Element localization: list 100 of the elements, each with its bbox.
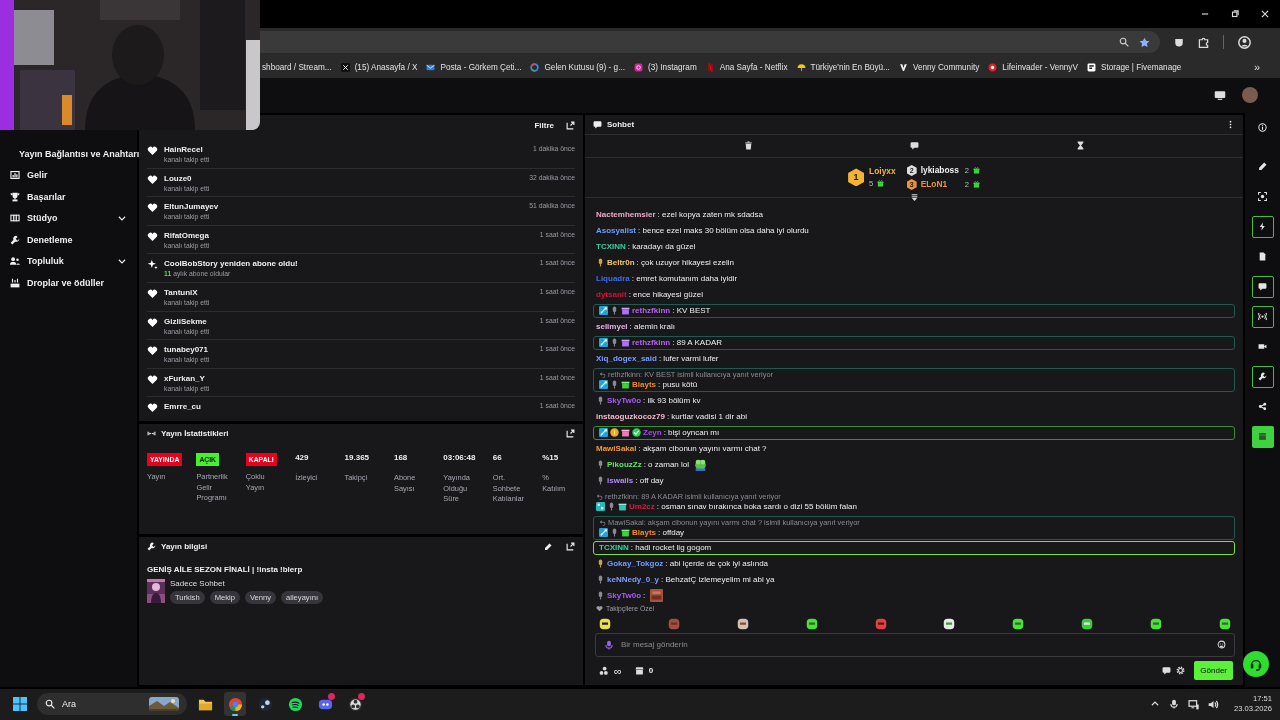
chat-username[interactable]: rethzfkinn (632, 337, 671, 348)
stat-value: 168 (393, 452, 409, 464)
bookmark[interactable]: Türkiye'nin En Büyü... (796, 62, 890, 72)
start-button[interactable] (13, 697, 27, 712)
chat-icon[interactable] (1162, 666, 1172, 676)
activity-username: tunabey071 (164, 345, 210, 355)
heart-icon (147, 202, 158, 214)
tool-button[interactable] (1251, 425, 1274, 448)
chat-username[interactable]: Xiq_dogex_said (596, 353, 657, 364)
sword-icon (599, 428, 608, 438)
scroll-down-icon[interactable] (909, 192, 919, 202)
emote-icon[interactable] (805, 617, 818, 630)
chat-username[interactable]: instaoguzkocoz79 (596, 411, 665, 422)
chat-message: : abi içerde de çok iyi aslında (665, 558, 769, 569)
chat-username[interactable]: Zeyn (643, 427, 662, 438)
microphone-icon (610, 380, 619, 390)
emote-icon[interactable] (943, 617, 956, 630)
emote-icon[interactable] (736, 617, 749, 630)
extensions-icon[interactable] (1198, 36, 1209, 48)
chat-message: : BehzatÇ izlemeyelim mi abi ya (661, 574, 775, 585)
app-button[interactable] (224, 692, 246, 717)
emote-icon[interactable] (1012, 617, 1025, 630)
chat-icon[interactable] (909, 141, 919, 151)
stat-value: 03:06:48 (443, 452, 477, 464)
chat-username[interactable]: TCXINN (596, 241, 626, 252)
sidebar-item[interactable]: Yayın Bağlantısı ve Anahtarı (19, 148, 140, 159)
bookmark[interactable]: Ana Sayfa - Netflix (705, 62, 788, 72)
tool-button[interactable] (1251, 305, 1274, 328)
filter-button[interactable]: Filtre (534, 121, 554, 131)
chat-username[interactable]: Gokay_Tokgoz (607, 558, 664, 569)
bookmark[interactable]: Storage | Fivemanage (1086, 62, 1182, 72)
avatar[interactable] (1242, 87, 1258, 104)
activity-username: CoolBobStory yeniden abone oldu! (164, 259, 299, 269)
chat-username[interactable]: keNNedy_0_y (607, 574, 660, 585)
popout-icon[interactable] (566, 542, 575, 552)
site-icon (530, 62, 540, 72)
chat-username[interactable]: SkyTw0o (607, 395, 642, 406)
emote-icon[interactable] (1150, 617, 1162, 630)
bookmark[interactable]: (15) Anasayfa / X (340, 62, 418, 72)
volume-icon[interactable] (1208, 698, 1219, 710)
settings-icon[interactable] (1176, 666, 1186, 676)
chat-username[interactable]: selimyel (596, 321, 628, 332)
chat-username[interactable]: PikouzZz (607, 459, 642, 470)
microphone-icon (596, 476, 605, 486)
bookmark[interactable]: Gelen Kutusu (9) - g... (530, 62, 625, 72)
emote-icon[interactable] (1218, 617, 1231, 630)
sidebar-item[interactable]: Droplar ve ödüller (27, 277, 127, 288)
bookmark[interactable]: (3) Instagram (634, 62, 697, 72)
leader-name: Loiyxx (869, 166, 896, 177)
chat-username[interactable]: SkyTw0o (607, 590, 642, 601)
chat-username[interactable]: TCXINN (599, 542, 629, 553)
search-field[interactable]: Ara (37, 693, 187, 716)
chat-username[interactable]: Um2cz (629, 501, 655, 512)
sidebar-item[interactable]: Topluluk (27, 256, 110, 267)
chat-username[interactable]: Blayts (632, 379, 656, 390)
bookmark[interactable]: shboard / Stream... (262, 62, 332, 72)
network-icon[interactable] (1188, 698, 1199, 710)
stat-value: 19.365 (344, 452, 371, 464)
message-input[interactable]: Bir mesaj gönderin (595, 632, 1235, 657)
sidebar-item[interactable]: Başarılar (27, 191, 127, 202)
chat-username[interactable]: iswails (607, 475, 634, 486)
trash-icon[interactable] (743, 141, 753, 151)
extension-icon[interactable] (1174, 37, 1184, 47)
emoji-icon[interactable] (1217, 640, 1226, 650)
microphone-icon[interactable] (1169, 699, 1179, 710)
star-icon[interactable] (1139, 36, 1150, 48)
bookmark[interactable]: Lifeinvader - VennyV (988, 62, 1078, 72)
rank-badge: 1 (848, 168, 865, 187)
chat-username[interactable]: rethzfkinn (632, 305, 671, 316)
category-name[interactable]: Sadece Sohbet (170, 578, 324, 588)
more-bookmarks-button[interactable]: » (1253, 61, 1260, 73)
hourglass-icon[interactable] (1075, 141, 1085, 151)
emote-icon[interactable] (1081, 617, 1094, 630)
emote-icon[interactable] (599, 617, 611, 630)
chat-username[interactable]: Blayts (632, 527, 656, 538)
sidebar-item[interactable]: Gelir (27, 170, 127, 181)
chat-username[interactable]: MawiSakal (596, 443, 637, 454)
bookmark[interactable]: Venny Community (898, 62, 980, 72)
edit-icon[interactable] (544, 542, 552, 551)
send-button[interactable]: Gönder (1194, 661, 1233, 681)
chat-message: : KV BEST (672, 305, 711, 316)
maximize-icon[interactable] (1230, 9, 1240, 19)
profile-icon[interactable] (1238, 35, 1251, 49)
popout-icon[interactable] (566, 121, 575, 131)
chat-username[interactable]: Beltr0n (607, 257, 635, 268)
popout-icon[interactable] (566, 429, 575, 439)
tool-button[interactable] (1251, 275, 1274, 298)
sidebar-item[interactable]: Denetleme (27, 234, 127, 245)
chat-username[interactable]: Liquadra (596, 273, 630, 284)
store-icon[interactable] (634, 666, 644, 676)
tool-button[interactable] (1251, 365, 1274, 388)
chat-username[interactable]: Asosyalist (596, 225, 637, 236)
zoom-icon[interactable] (1119, 37, 1129, 47)
wrench-icon (10, 234, 20, 245)
close-icon[interactable] (1260, 9, 1270, 19)
monitor-icon[interactable] (1214, 89, 1226, 102)
tool-button[interactable] (1251, 215, 1274, 238)
chat-username[interactable]: Nactemhemsier (596, 209, 656, 220)
sidebar-item[interactable]: Stüdyo (27, 213, 110, 224)
bookmark[interactable]: Posta - Görkem Çeti... (426, 62, 522, 72)
